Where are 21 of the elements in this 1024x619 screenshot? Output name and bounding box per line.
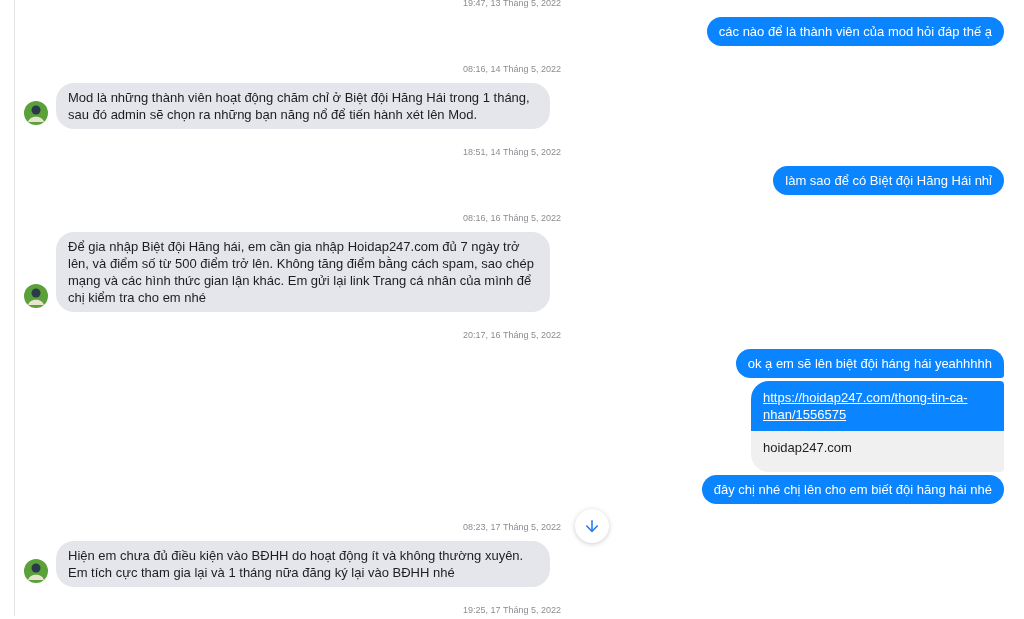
received-message: Mod là những thành viên hoạt động chăm chỉ ở Biệt đội Hăng Hái trong 1 tháng, sau đó admin sẽ chọn ra những bạn năng nổ để tiến hành xét lên Mod.	[56, 83, 550, 129]
received-message: Để gia nhập Biệt đội Hăng hái, em cần gia nhập Hoidap247.com đủ 7 ngày trở lên, và điểm số từ 500 điểm trở lên. Không tăng điểm bằng cách spam, sao chép mạng và các hình thức gian lận khác. Em gửi lại link Trang cá nhân của mình để chị kiểm tra cho em nhé	[56, 232, 550, 312]
received-message: Hiện em chưa đủ điều kiện vào BĐHH do hoạt động ít và không thường xuyên. Em tích cực tham gia lại và 1 tháng nữa đăng ký lại vào BĐHH nhé	[56, 541, 550, 587]
message-timestamp: 08:16, 14 Tháng 5, 2022	[462, 63, 561, 75]
sent-message: các nào để là thành viên của mod hỏi đáp thế ạ	[706, 17, 1004, 46]
message-timestamp: 08:16, 16 Tháng 5, 2022	[462, 212, 561, 224]
message-timestamp: 19:25, 17 Tháng 5, 2022	[462, 604, 561, 616]
avatar-icon	[24, 101, 48, 125]
message-timestamp: 20:17, 16 Tháng 5, 2022	[462, 329, 561, 341]
message-timestamp: 18:51, 14 Tháng 5, 2022	[462, 146, 561, 158]
avatar-icon	[24, 559, 48, 583]
link-domain: hoidap247.com	[751, 431, 1004, 472]
arrow-down-icon	[583, 517, 601, 535]
sent-message: ok ạ em sẽ lên biệt đội háng hái yeahhhhh	[735, 349, 1004, 378]
message-timestamp: 19:47, 13 Tháng 5, 2022	[462, 0, 561, 9]
avatar-icon	[24, 284, 48, 308]
link[interactable]: https://hoidap247.com/thong-tin-ca-nhan/1556575	[751, 381, 1004, 431]
sent-message: đây chị nhé chị lên cho em biết đội hăng hái nhé	[701, 475, 1004, 504]
scroll-down-button[interactable]	[575, 509, 609, 543]
message-timestamp: 08:23, 17 Tháng 5, 2022	[462, 521, 561, 533]
sent-message: làm sao để có Biệt đội Hăng Hái nhỉ	[773, 166, 1004, 195]
